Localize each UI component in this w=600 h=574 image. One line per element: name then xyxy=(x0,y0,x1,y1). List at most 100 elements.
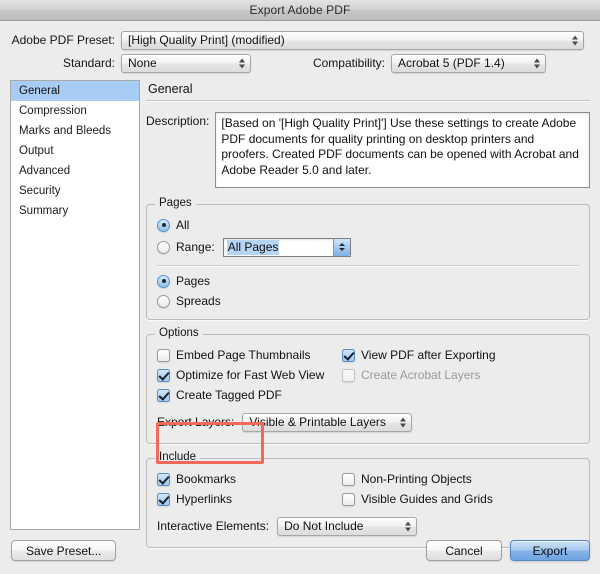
sidebar-item-output[interactable]: Output xyxy=(11,141,139,161)
pages-spreads-radio-row[interactable]: Spreads xyxy=(157,291,579,311)
create-tagged-pdf-row[interactable]: Create Tagged PDF xyxy=(157,385,342,405)
preset-row: Adobe PDF Preset: [High Quality Print] (… xyxy=(10,29,590,51)
compatibility-value: Acrobat 5 (PDF 1.4) xyxy=(398,55,505,70)
range-stepper-icon[interactable] xyxy=(332,238,350,256)
radio-pages-icon[interactable] xyxy=(157,274,170,288)
sidebar-item-label: Compression xyxy=(19,105,87,117)
general-settings-pane: General Description: [Based on '[High Qu… xyxy=(146,80,590,548)
dialog-footer: Save Preset... Cancel Export xyxy=(0,534,600,574)
description-row: Description: [Based on '[High Quality Pr… xyxy=(146,112,590,188)
chevron-updown-icon xyxy=(532,56,541,71)
checkbox-bookmarks-icon[interactable] xyxy=(157,472,170,486)
interactive-elements-value: Do Not Include xyxy=(284,518,364,533)
checkbox-create-tagged-pdf-icon[interactable] xyxy=(157,388,170,402)
sidebar-item-label: Advanced xyxy=(19,165,71,177)
tagged-pdf-label: Create Tagged PDF xyxy=(176,388,282,402)
window-title: Export Adobe PDF xyxy=(249,3,351,17)
standard-label: Standard: xyxy=(62,56,115,70)
pages-pages-radio-row[interactable]: Pages xyxy=(157,271,579,291)
checkbox-optimize-fast-web-view-icon[interactable] xyxy=(157,368,170,382)
non-printing-label: Non-Printing Objects xyxy=(361,472,472,486)
optimize-fast-web-view-row[interactable]: Optimize for Fast Web View xyxy=(157,365,342,385)
adobe-pdf-preset-popup[interactable]: [High Quality Print] (modified) xyxy=(121,30,584,50)
divider xyxy=(157,265,579,267)
sidebar-item-label: Summary xyxy=(19,205,69,217)
create-acrobat-layers-row: Create Acrobat Layers xyxy=(342,365,579,385)
compatibility-popup[interactable]: Acrobat 5 (PDF 1.4) xyxy=(391,53,546,73)
divider xyxy=(146,100,590,102)
sidebar-item-label: General xyxy=(19,85,60,97)
include-left-column: Bookmarks Hyperlinks xyxy=(157,469,342,509)
compatibility-label: Compatibility: xyxy=(312,56,385,70)
chevron-updown-icon xyxy=(398,415,407,430)
standard-popup[interactable]: None xyxy=(121,53,251,73)
visible-guides-grids-row[interactable]: Visible Guides and Grids xyxy=(342,489,579,509)
export-adobe-pdf-dialog: Export Adobe PDF Adobe PDF Preset: [High… xyxy=(0,0,600,574)
description-label: Description: xyxy=(146,114,210,128)
pages-all-label: All xyxy=(176,218,190,232)
standard-value: None xyxy=(128,55,157,70)
guides-grids-label: Visible Guides and Grids xyxy=(361,492,493,506)
chevron-updown-icon xyxy=(237,56,246,71)
include-right-column: Non-Printing Objects Visible Guides and … xyxy=(342,469,579,509)
sidebar-item-marks-and-bleeds[interactable]: Marks and Bleeds xyxy=(11,121,139,141)
sidebar-item-label: Marks and Bleeds xyxy=(19,125,112,137)
standard-compatibility-row: Standard: None Compatibility: Acrobat 5 … xyxy=(10,52,590,74)
radio-spreads-icon[interactable] xyxy=(157,294,170,308)
adobe-pdf-preset-value: [High Quality Print] (modified) xyxy=(128,32,285,47)
sidebar-item-label: Output xyxy=(19,145,54,157)
chevron-updown-icon xyxy=(403,519,412,534)
save-preset-button[interactable]: Save Preset... xyxy=(11,540,117,561)
embed-thumbnails-label: Embed Page Thumbnails xyxy=(176,348,311,362)
checkbox-visible-guides-and-grids-icon[interactable] xyxy=(342,492,355,506)
options-right-column: View PDF after Exporting Create Acrobat … xyxy=(342,345,579,405)
export-layers-label: Export Layers: xyxy=(157,415,235,429)
interactive-elements-label: Interactive Elements: xyxy=(157,519,270,533)
embed-thumbnails-row[interactable]: Embed Page Thumbnails xyxy=(157,345,342,365)
optimize-label: Optimize for Fast Web View xyxy=(176,368,325,382)
sidebar-item-advanced[interactable]: Advanced xyxy=(11,161,139,181)
sidebar-item-security[interactable]: Security xyxy=(11,181,139,201)
checkbox-non-printing-objects-icon[interactable] xyxy=(342,472,355,486)
export-layers-popup[interactable]: Visible & Printable Layers xyxy=(242,412,413,432)
pages-group-title: Pages xyxy=(155,197,196,209)
sidebar-item-general[interactable]: General xyxy=(11,81,139,101)
bookmarks-row[interactable]: Bookmarks xyxy=(157,469,342,489)
interactive-elements-popup[interactable]: Do Not Include xyxy=(277,516,418,536)
radio-range-icon[interactable] xyxy=(157,240,170,254)
view-pdf-after-exporting-row[interactable]: View PDF after Exporting xyxy=(342,345,579,365)
export-layers-value: Visible & Printable Layers xyxy=(249,414,386,429)
cancel-button[interactable]: Cancel xyxy=(426,540,502,561)
checkbox-hyperlinks-icon[interactable] xyxy=(157,492,170,506)
options-group: Options Embed Page Thumbnails Optimize f… xyxy=(146,327,590,444)
include-columns: Bookmarks Hyperlinks Non-Printing Object… xyxy=(157,469,579,509)
range-combo-box[interactable]: All Pages xyxy=(222,237,351,257)
settings-category-list[interactable]: General Compression Marks and Bleeds Out… xyxy=(10,80,140,530)
acrobat-layers-label: Create Acrobat Layers xyxy=(361,368,481,382)
bookmarks-label: Bookmarks xyxy=(176,472,237,486)
options-group-title: Options xyxy=(155,327,203,339)
sidebar-item-compression[interactable]: Compression xyxy=(11,101,139,121)
pages-pages-label: Pages xyxy=(176,274,211,288)
description-textarea[interactable]: [Based on '[High Quality Print]'] Use th… xyxy=(215,112,590,188)
sidebar-item-summary[interactable]: Summary xyxy=(11,201,139,221)
pages-spreads-label: Spreads xyxy=(176,294,221,308)
radio-all-icon[interactable] xyxy=(157,218,170,232)
export-button[interactable]: Export xyxy=(510,540,590,561)
pages-group: Pages All Range: All Pages Pages Spreads xyxy=(146,197,590,320)
view-pdf-label: View PDF after Exporting xyxy=(361,348,496,362)
include-group-title: Include xyxy=(155,451,201,463)
pages-all-radio-row[interactable]: All xyxy=(157,215,579,235)
hyperlinks-row[interactable]: Hyperlinks xyxy=(157,489,342,509)
preset-label: Adobe PDF Preset: xyxy=(11,33,115,47)
checkbox-embed-page-thumbnails-icon[interactable] xyxy=(157,348,170,362)
pages-range-radio-row[interactable]: Range: All Pages xyxy=(157,235,579,259)
options-columns: Embed Page Thumbnails Optimize for Fast … xyxy=(157,345,579,405)
sidebar-item-label: Security xyxy=(19,185,61,197)
options-left-column: Embed Page Thumbnails Optimize for Fast … xyxy=(157,345,342,405)
checkbox-view-pdf-after-exporting-icon[interactable] xyxy=(342,348,355,362)
hyperlinks-label: Hyperlinks xyxy=(176,492,233,506)
non-printing-objects-row[interactable]: Non-Printing Objects xyxy=(342,469,579,489)
range-value: All Pages xyxy=(226,239,280,255)
chevron-updown-icon xyxy=(570,33,579,48)
